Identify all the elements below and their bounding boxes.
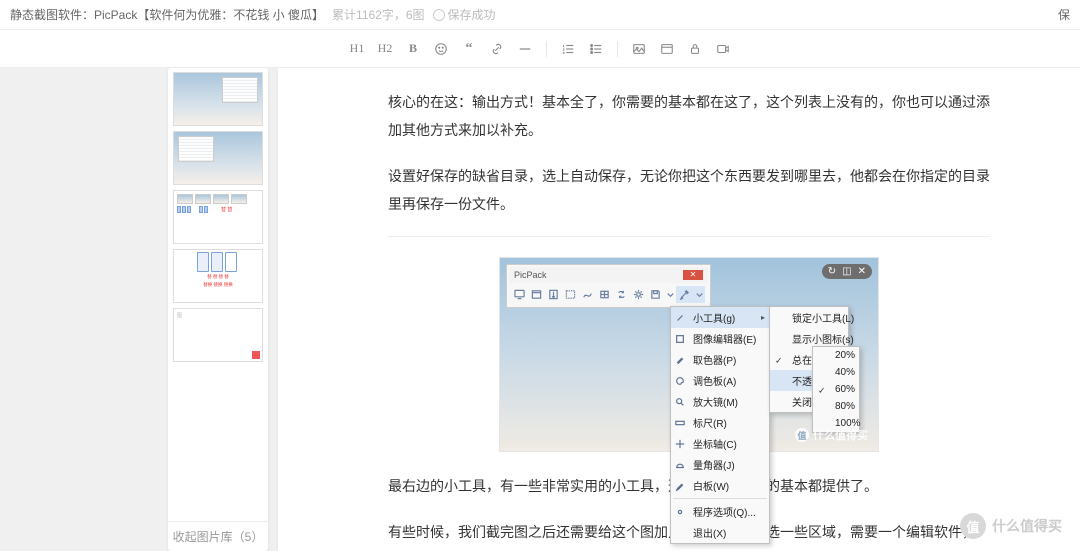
word-count: 累计1162字，6图 [332,6,424,23]
repeat-icon [613,286,630,303]
picpack-toolbar: PicPack✕ [506,264,711,308]
editor-icon [675,333,686,344]
menu-item-magnifier: 放大镜(M) [671,391,769,412]
svg-text:3: 3 [563,50,565,54]
divider-button[interactable] [514,38,536,60]
quote-button[interactable]: “ [458,38,480,60]
tools-icon [676,286,693,303]
refresh-icon[interactable]: ↻ [828,266,836,277]
gallery-panel: 替 替 替 替 替 替 替换 替换 替换 图 收起图片库（5） ︿ [168,68,268,551]
figure-controls[interactable]: ↻ ◫ ✕ [822,264,872,279]
thumbnail-2[interactable] [173,131,263,185]
scroll-icon [545,286,562,303]
fixed-region-icon [596,286,613,303]
document-title: 静态截图软件：PicPack【软件何为优雅：不花钱 小 傻瓜】 [10,6,324,23]
save-icon [647,286,664,303]
heading1-button[interactable]: H1 [346,38,368,60]
rect-region-icon [562,286,579,303]
image-button[interactable] [628,38,650,60]
palette-icon [675,375,686,386]
settings-icon [630,286,647,303]
dropdown-icon [693,286,705,303]
menu-item-ruler: 标尺(R) [671,412,769,433]
top-bar: 静态截图软件：PicPack【软件何为优雅：不花钱 小 傻瓜】 累计1162字，… [0,0,1080,30]
paragraph: 设置好保存的缺省目录，选上自动保存，无论你把这个东西要发到哪里去，他都会在你指定… [388,162,990,218]
watermark-icon: 值 [960,513,986,539]
monitor-icon [511,286,528,303]
close-icon: ✕ [683,270,703,280]
article-content[interactable]: 核心的在这：输出方式！基本全了，你需要的基本都在这了，这个列表上没有的，你也可以… [278,68,1080,551]
submenu-item-lock: 锁定小工具(L) [770,307,848,328]
save-button[interactable]: 保 [1058,6,1070,23]
video-button[interactable] [712,38,734,60]
window-icon [528,286,545,303]
toolbar-separator [617,41,618,57]
menu-item-tools: 小工具(g) [671,307,769,328]
opacity-40: 40% [813,364,859,381]
opacity-60: 60% [813,381,859,398]
opacity-20: 20% [813,347,859,364]
save-status: 保存成功 [433,6,496,23]
menu-item-whiteboard: 白板(W) [671,475,769,496]
goods-button[interactable] [656,38,678,60]
menu-item-exit: 退出(X) [671,522,769,543]
freeform-icon [579,286,596,303]
menu-item-protractor: 量角器(J) [671,454,769,475]
picpack-icon-row [509,283,708,305]
lock-button[interactable] [684,38,706,60]
content-divider [388,236,990,237]
ordered-list-button[interactable]: 123 [557,38,579,60]
magnifier-icon [675,396,686,407]
menu-item-options: 程序选项(Q)... [671,501,769,522]
picpack-titlebar: PicPack✕ [509,267,708,283]
image-watermark: 值 什么值得买 [795,427,868,443]
menu-item-palette: 调色板(A) [671,370,769,391]
pencil-icon [675,480,686,491]
collapse-gallery-button[interactable]: 收起图片库（5） ︿ [168,521,268,551]
opacity-80: 80% [813,398,859,415]
close-icon[interactable]: ✕ [858,266,866,277]
toolbar-separator [546,41,547,57]
crosshair-icon [675,438,686,449]
menu-item-editor: 图像编辑器(E) [671,328,769,349]
link-button[interactable] [486,38,508,60]
thumbnail-4[interactable]: 替 替 替 替 替换 替换 替换 [173,249,263,303]
bold-button[interactable]: B [402,38,424,60]
thumbnail-5[interactable]: 图 [173,308,263,362]
format-toolbar: H1 H2 B “ 123 [0,30,1080,68]
paragraph: 核心的在这：输出方式！基本全了，你需要的基本都在这了，这个列表上没有的，你也可以… [388,88,990,144]
page-watermark: 值 什么值得买 [960,513,1062,539]
thumbnail-3[interactable]: 替 替 [173,190,263,244]
watermark-icon: 值 [795,428,809,442]
eyedropper-icon [675,354,686,365]
unordered-list-button[interactable] [585,38,607,60]
dropdown-icon [664,286,676,303]
gear-icon [675,506,686,517]
embedded-screenshot[interactable]: ↻ ◫ ✕ PicPack✕ [499,257,879,452]
crop-icon[interactable]: ◫ [842,266,851,277]
ruler-icon [675,417,686,428]
thumbnail-list[interactable]: 替 替 替 替 替 替 替换 替换 替换 图 [168,68,268,521]
opacity-menu: 20% 40% 60% 80% 100% [812,346,860,433]
menu-item-crosshair: 坐标轴(C) [671,433,769,454]
emoji-button[interactable] [430,38,452,60]
wrench-icon [675,312,686,323]
protractor-icon [675,459,686,470]
menu-item-colorpicker: 取色器(P) [671,349,769,370]
thumbnail-1[interactable] [173,72,263,126]
context-menu: 小工具(g) 图像编辑器(E) 取色器(P) 调色板(A) 放大镜(M) 标尺(… [670,306,770,544]
heading2-button[interactable]: H2 [374,38,396,60]
